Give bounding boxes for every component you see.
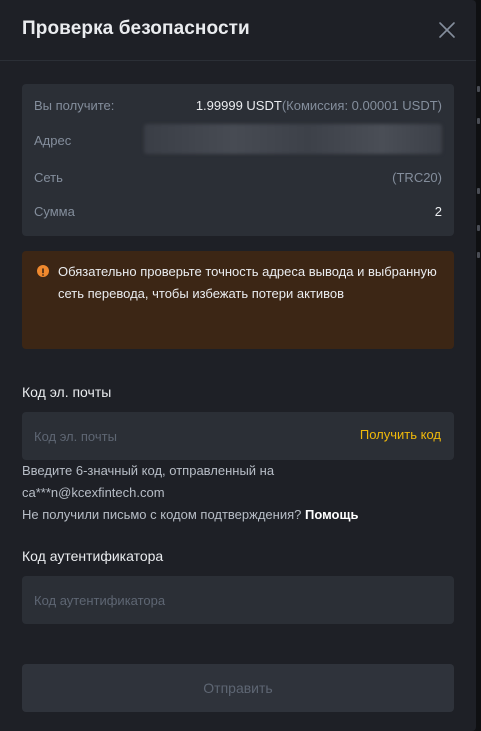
header-divider (0, 60, 476, 61)
email-code-input[interactable] (34, 412, 334, 460)
background-edge-mark (477, 225, 480, 231)
email-code-hint: Введите 6-значный код, отправленный на c… (22, 460, 358, 526)
no-email-text: Не получили письмо с кодом подтверждения… (22, 507, 302, 522)
masked-email: ca***n@kcexfintech.com (22, 485, 165, 500)
background-edge-mark (477, 252, 480, 258)
submit-button[interactable]: Отправить (22, 664, 454, 712)
summary-row-network: Сеть (TRC20) (34, 168, 442, 188)
background-edge-mark (477, 86, 480, 92)
background-edge-mark (477, 118, 480, 124)
modal-title: Проверка безопасности (22, 18, 250, 39)
background-edge (476, 0, 481, 731)
close-icon[interactable] (436, 19, 458, 41)
receive-label: Вы получите: (34, 98, 115, 113)
get-code-button[interactable]: Получить код (360, 427, 441, 442)
warning-text: Обязательно проверьте точность адреса вы… (58, 264, 437, 301)
address-label: Адрес (34, 133, 72, 148)
address-value-redacted (144, 124, 442, 154)
security-check-modal: Проверка безопасности Вы получите: 1.999… (0, 0, 476, 731)
summary-row-receive: Вы получите: 1.99999 USDT(Комиссия: 0.00… (34, 96, 442, 116)
background-edge-mark (477, 188, 480, 194)
receive-amount: 1.99999 USDT (195, 98, 282, 113)
email-code-hint-text: Введите 6-значный код, отправленный на (22, 463, 275, 478)
network-label: Сеть (34, 170, 63, 185)
warning-banner: Обязательно проверьте точность адреса вы… (22, 251, 454, 349)
email-code-field: Получить код (22, 412, 454, 460)
summary-row-sum: Сумма 2 (34, 202, 442, 222)
sum-value: 2 (434, 204, 442, 219)
authenticator-code-field (22, 576, 454, 624)
warning-icon (37, 265, 49, 277)
receive-fee: (Комиссия: 0.00001 USDT) (281, 98, 442, 113)
help-link[interactable]: Помощь (305, 507, 358, 522)
authenticator-code-label: Код аутентификатора (22, 548, 164, 564)
email-code-label: Код эл. почты (22, 384, 112, 400)
authenticator-code-input[interactable] (34, 576, 334, 624)
network-value: (TRC20) (392, 170, 442, 185)
withdraw-summary: Вы получите: 1.99999 USDT(Комиссия: 0.00… (22, 84, 454, 236)
sum-label: Сумма (34, 204, 75, 219)
summary-row-address: Адрес (34, 124, 442, 154)
receive-value: 1.99999 USDT(Комиссия: 0.00001 USDT) (196, 96, 442, 116)
no-email-row: Не получили письмо с кодом подтверждения… (22, 504, 358, 526)
